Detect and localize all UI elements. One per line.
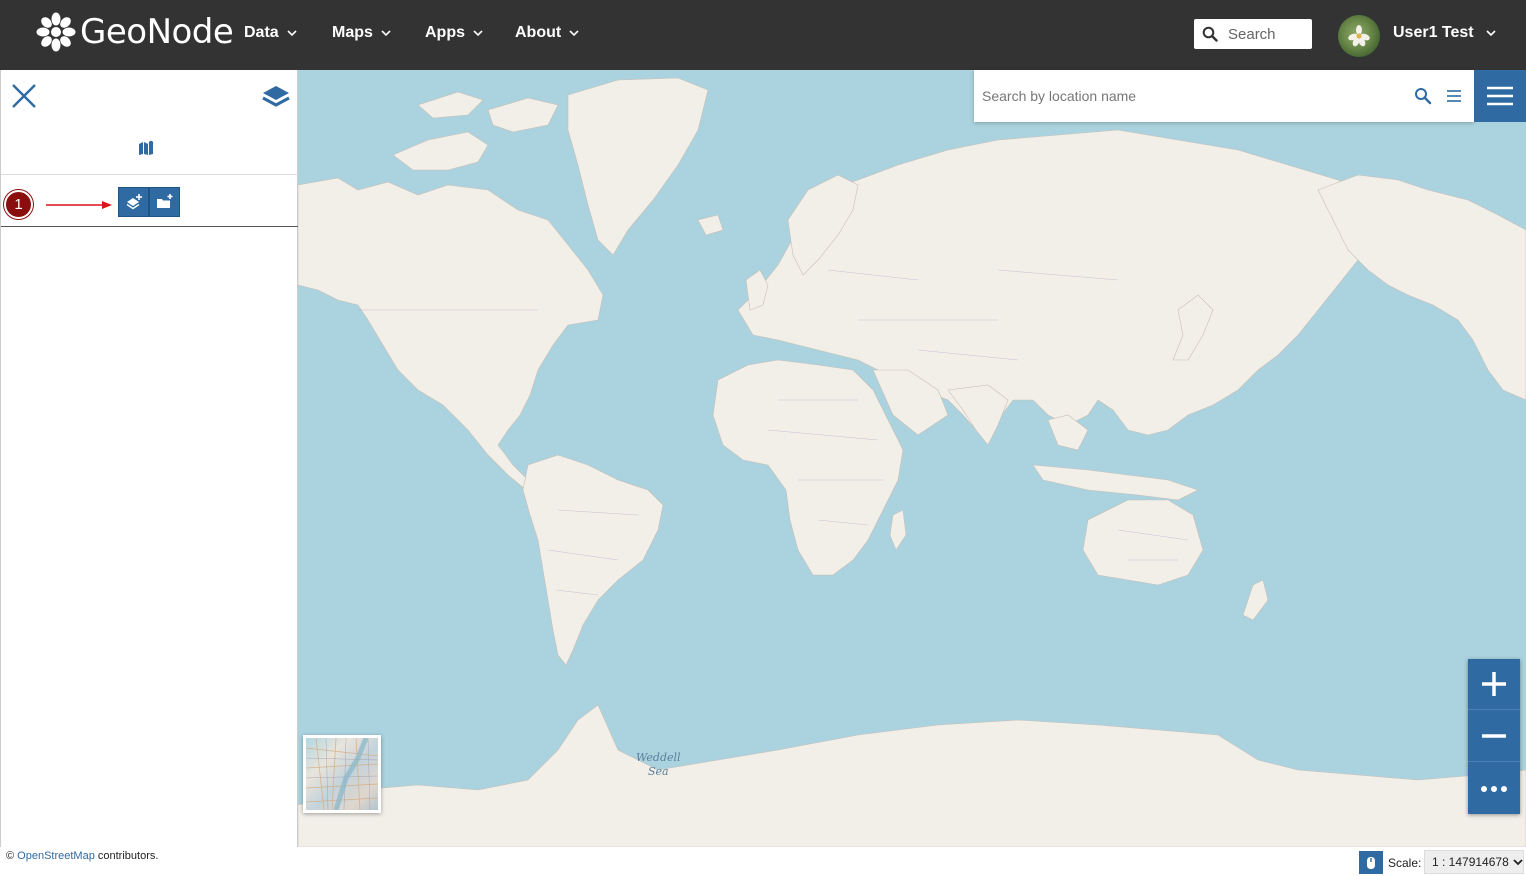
- user-avatar[interactable]: [1338, 15, 1380, 57]
- background-switcher[interactable]: [303, 735, 381, 813]
- map-catalog-icon[interactable]: [138, 140, 154, 156]
- chevron-down-icon: [1486, 30, 1496, 37]
- step-badge: 1: [4, 190, 33, 219]
- chevron-down-icon: [381, 30, 391, 37]
- map-attribution: © OpenStreetMap contributors.: [6, 850, 158, 862]
- add-group-button[interactable]: [149, 187, 180, 217]
- world-basemap: [298, 77, 1526, 847]
- add-layer-icon: [126, 194, 142, 210]
- layers-panel: 1: [0, 70, 298, 847]
- global-search-input[interactable]: [1228, 25, 1306, 43]
- sea-label-line2: Sea: [647, 765, 669, 778]
- zoom-controls: [1468, 659, 1520, 814]
- sea-label-line1: Weddell: [636, 751, 681, 764]
- scale-label: Scale:: [1388, 856, 1422, 870]
- zoom-in-button[interactable]: [1468, 659, 1520, 710]
- user-menu[interactable]: User1 Test: [1393, 24, 1496, 42]
- nav-about-menu[interactable]: About: [515, 24, 579, 42]
- nav-apps-menu[interactable]: Apps: [425, 24, 483, 42]
- red-arrow-icon: [46, 201, 112, 209]
- close-icon[interactable]: [10, 82, 38, 110]
- minus-icon: [1482, 734, 1506, 738]
- hamburger-icon: [1487, 86, 1513, 106]
- search-icon[interactable]: [1414, 87, 1432, 105]
- openstreetmap-link[interactable]: OpenStreetMap: [17, 850, 95, 862]
- add-group-icon: [156, 194, 172, 208]
- nav-label: About: [515, 24, 562, 41]
- add-layer-button[interactable]: [118, 187, 149, 217]
- logo-text: GeoNode: [80, 12, 234, 52]
- map-footer: © OpenStreetMap contributors. Scale: 1 :…: [0, 847, 1526, 876]
- top-navbar: GeoNode Data Maps Apps About Search User…: [0, 0, 1526, 70]
- ellipsis-icon: [1481, 785, 1507, 792]
- nav-label: Apps: [425, 24, 465, 41]
- geonode-logo[interactable]: GeoNode: [36, 10, 234, 54]
- more-tools-button[interactable]: [1468, 763, 1520, 814]
- attribution-prefix: ©: [6, 850, 15, 862]
- avatar-flower-image: [1348, 25, 1370, 47]
- mouse-icon: [1367, 856, 1375, 869]
- user-name: User1 Test: [1393, 24, 1474, 41]
- chevron-down-icon: [473, 30, 483, 37]
- plus-icon: [1482, 672, 1506, 696]
- chevron-down-icon: [287, 30, 297, 37]
- location-search-bar: [974, 70, 1474, 122]
- list-options-icon[interactable]: [1446, 88, 1462, 104]
- nav-maps-menu[interactable]: Maps: [332, 24, 391, 42]
- street-map-thumbnail: [306, 738, 378, 810]
- mouse-position-button[interactable]: [1359, 851, 1383, 874]
- nav-data-menu[interactable]: Data: [244, 24, 297, 42]
- global-search-box[interactable]: [1194, 19, 1312, 49]
- zoom-out-button[interactable]: [1468, 711, 1520, 762]
- attribution-suffix: contributors.: [97, 850, 159, 862]
- main-menu-button[interactable]: [1474, 70, 1526, 122]
- scale-select[interactable]: 1 : 147914678: [1424, 850, 1524, 874]
- weddell-sea-label: Weddell Sea: [636, 751, 681, 779]
- chevron-down-icon: [1513, 859, 1523, 866]
- background-thumbnail: [306, 738, 378, 810]
- layers-icon[interactable]: [262, 84, 290, 110]
- geonode-flower-icon: [36, 12, 76, 52]
- map-viewport[interactable]: Weddell Sea: [298, 70, 1526, 847]
- nav-label: Data: [244, 24, 279, 41]
- location-search-input[interactable]: [982, 88, 1402, 104]
- chevron-down-icon: [569, 30, 579, 37]
- search-icon: [1202, 26, 1218, 42]
- nav-label: Maps: [332, 24, 373, 41]
- layer-toolbar: 1: [1, 174, 298, 227]
- scale-value: 1 : 147914678: [1432, 855, 1509, 869]
